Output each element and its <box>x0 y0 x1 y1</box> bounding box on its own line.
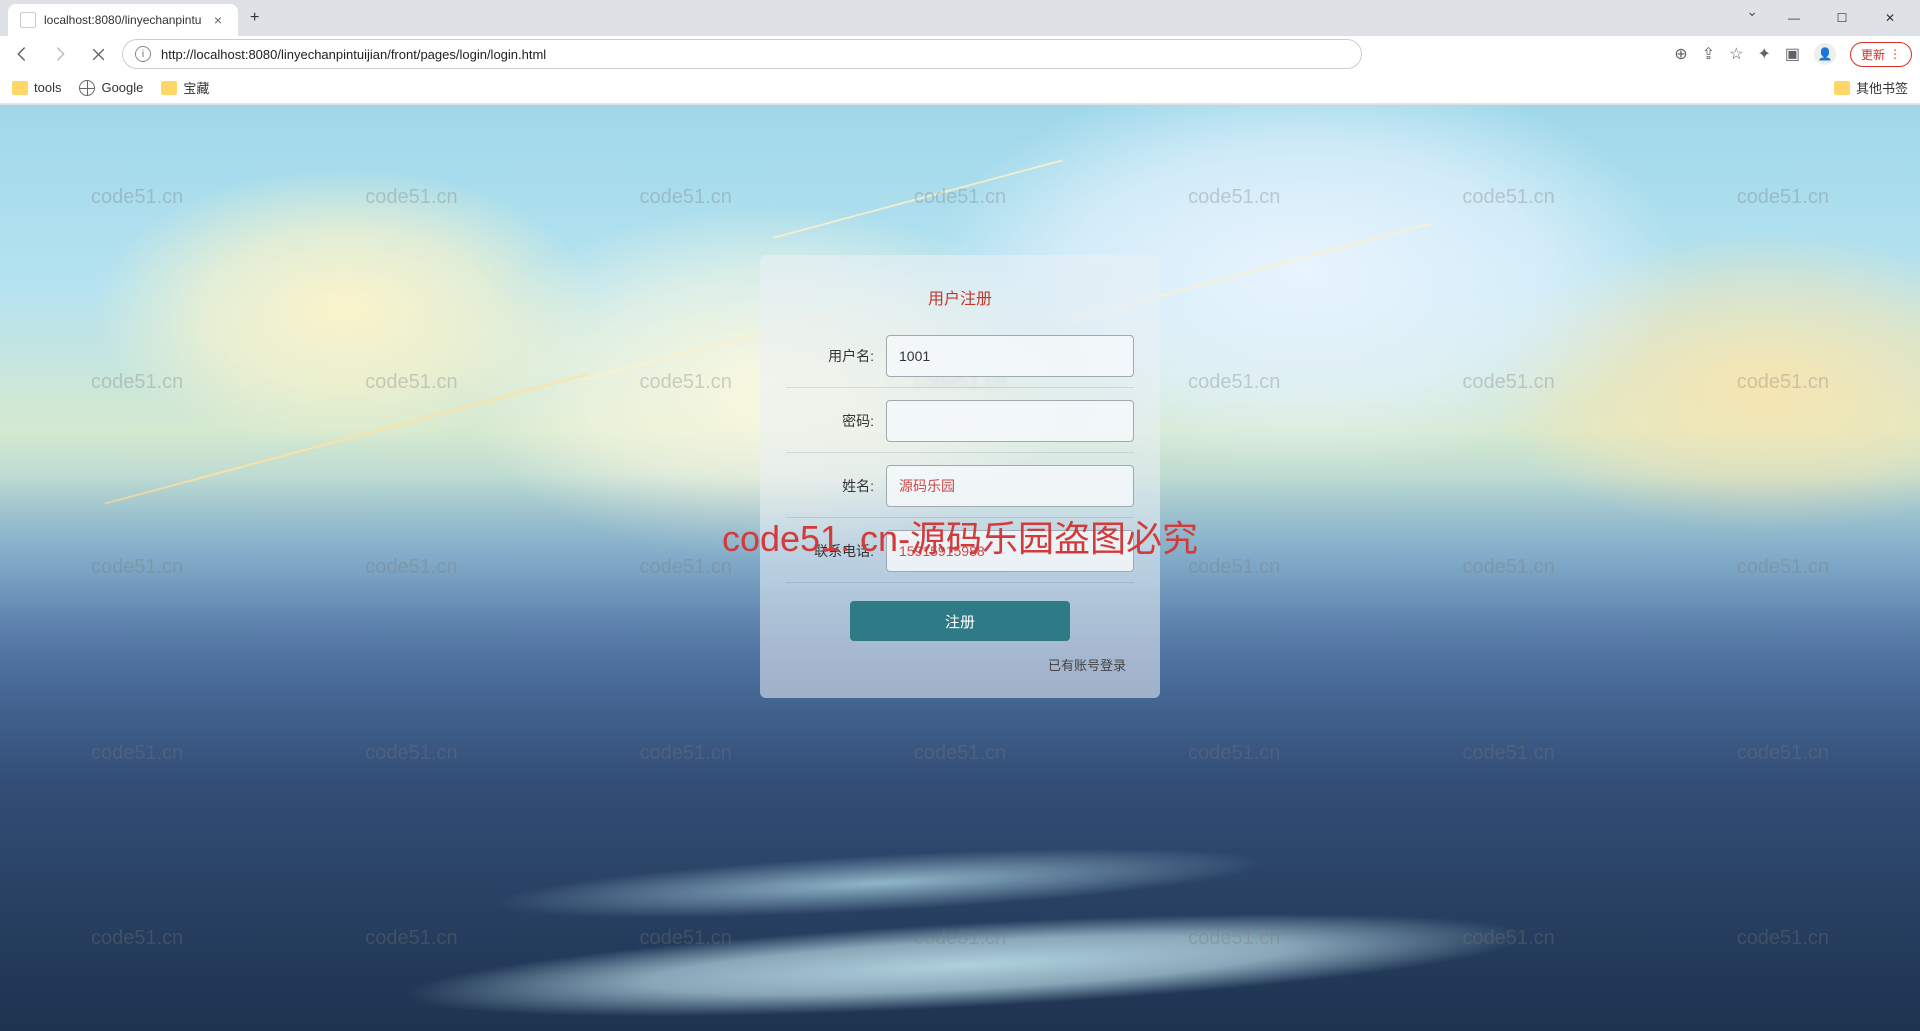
address-bar: i http://localhost:8080/linyechanpintuij… <box>0 36 1920 72</box>
form-row-name: 姓名: <box>786 465 1134 518</box>
tab-bar: localhost:8080/linyechanpintu × + ⌄ — ☐ … <box>0 0 1920 36</box>
close-window-button[interactable]: ✕ <box>1868 3 1912 33</box>
bookmark-tools[interactable]: tools <box>12 80 61 95</box>
tab-title: localhost:8080/linyechanpintu <box>44 13 210 27</box>
form-row-phone: 联系电话: <box>786 530 1134 583</box>
bookmarks-bar: tools Google 宝藏 其他书签 <box>0 72 1920 104</box>
toolbar-right: ⊕ ⇪ ☆ ✦ ▣ 👤 更新 ⋮ <box>1674 42 1912 67</box>
password-input[interactable] <box>886 400 1134 442</box>
form-row-username: 用户名: <box>786 335 1134 388</box>
name-label: 姓名: <box>786 476 886 496</box>
new-tab-button[interactable]: + <box>238 9 271 27</box>
browser-tab[interactable]: localhost:8080/linyechanpintu × <box>8 4 238 36</box>
close-icon <box>91 47 106 62</box>
folder-icon <box>1834 81 1850 95</box>
menu-dots-icon: ⋮ <box>1889 47 1901 61</box>
bookmark-star-icon[interactable]: ☆ <box>1729 44 1743 64</box>
folder-icon <box>161 81 177 95</box>
name-input[interactable] <box>886 465 1134 507</box>
back-button[interactable] <box>8 40 36 68</box>
close-icon[interactable]: × <box>210 12 226 28</box>
minimize-button[interactable]: — <box>1772 3 1816 33</box>
bookmark-label: Google <box>101 80 143 95</box>
browser-chrome: localhost:8080/linyechanpintu × + ⌄ — ☐ … <box>0 0 1920 105</box>
page-content: code51.cncode51.cncode51.cncode51.cncode… <box>0 105 1920 1031</box>
password-label: 密码: <box>786 411 886 431</box>
url-input[interactable]: i http://localhost:8080/linyechanpintuij… <box>122 39 1362 69</box>
url-text: http://localhost:8080/linyechanpintuijia… <box>161 47 546 62</box>
update-button[interactable]: 更新 ⋮ <box>1850 42 1912 67</box>
maximize-button[interactable]: ☐ <box>1820 3 1864 33</box>
card-title: 用户注册 <box>786 285 1134 309</box>
folder-icon <box>12 81 28 95</box>
bookmark-google[interactable]: Google <box>79 80 143 96</box>
bookmark-baozang[interactable]: 宝藏 <box>161 78 209 97</box>
site-info-icon[interactable]: i <box>135 46 151 62</box>
bookmark-other[interactable]: 其他书签 <box>1834 78 1908 97</box>
username-input[interactable] <box>886 335 1134 377</box>
window-controls: ⌄ — ☐ ✕ <box>1736 3 1920 33</box>
tab-favicon-icon <box>20 12 36 28</box>
side-panel-icon[interactable]: ▣ <box>1785 44 1800 64</box>
forward-button <box>46 40 74 68</box>
globe-icon <box>79 80 95 96</box>
register-button[interactable]: 注册 <box>850 601 1070 641</box>
login-switch-link[interactable]: 已有账号登录 <box>786 655 1134 674</box>
update-label: 更新 <box>1861 46 1885 63</box>
arrow-right-icon <box>51 45 69 63</box>
phone-label: 联系电话: <box>786 541 886 561</box>
bookmark-label: 其他书签 <box>1856 78 1908 97</box>
form-row-password: 密码: <box>786 400 1134 453</box>
register-card: 用户注册 用户名: 密码: 姓名: 联系电话: 注册 已有账号登录 <box>760 255 1160 698</box>
zoom-icon[interactable]: ⊕ <box>1674 44 1687 64</box>
stop-reload-button[interactable] <box>84 40 112 68</box>
bookmark-label: tools <box>34 80 61 95</box>
phone-input[interactable] <box>886 530 1134 572</box>
extensions-icon[interactable]: ✦ <box>1757 44 1770 64</box>
share-icon[interactable]: ⇪ <box>1702 44 1715 64</box>
arrow-left-icon <box>13 45 31 63</box>
chevron-down-icon[interactable]: ⌄ <box>1736 3 1768 33</box>
username-label: 用户名: <box>786 346 886 366</box>
bookmark-label: 宝藏 <box>183 78 209 97</box>
profile-avatar[interactable]: 👤 <box>1814 43 1836 65</box>
